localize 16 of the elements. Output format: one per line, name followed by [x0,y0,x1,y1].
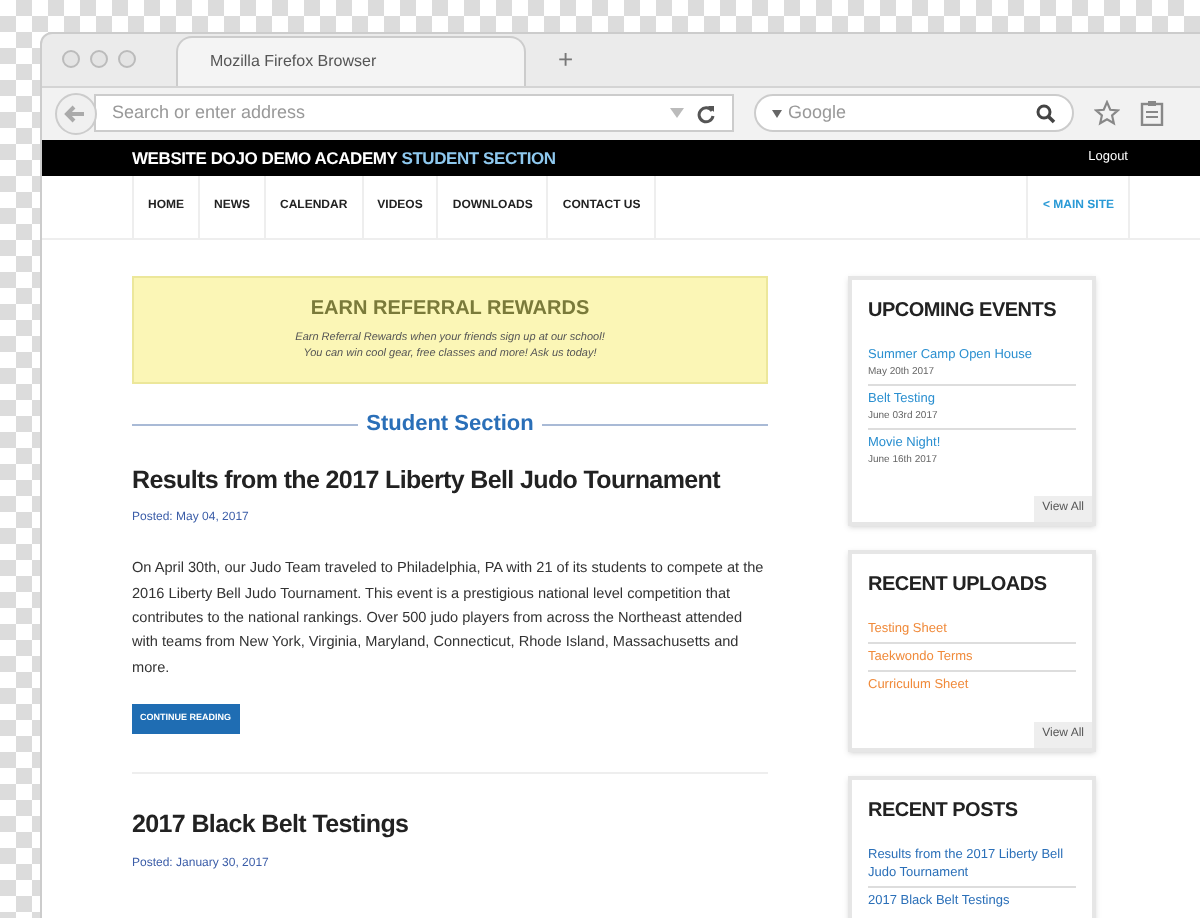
site-brand[interactable]: WEBSITE DOJO DEMO ACADEMY STUDENT SECTION [132,145,556,171]
post-title[interactable]: 2017 Black Belt Testings [132,806,768,845]
back-button-icon[interactable] [54,91,98,136]
new-tab-button[interactable]: + [558,46,574,73]
clipboard-icon[interactable] [1140,100,1164,127]
dropdown-icon[interactable] [772,109,782,118]
section-heading: Student Section [366,410,534,440]
banner-title: EARN REFERRAL REWARDS [310,296,590,324]
post-title[interactable]: Results from the 2017 Liberty Bell Judo Tournament [132,461,768,499]
search-icon[interactable] [1036,103,1056,124]
widget-title: RECENT POSTS [868,798,1020,826]
star-icon[interactable] [1094,100,1120,127]
browser-tab[interactable]: Mozilla Firefox Browser [176,35,526,86]
reload-icon[interactable] [696,103,716,124]
widget-title: RECENT UPLOADS [868,572,1049,600]
widget-title: UPCOMING EVENTS [868,298,1059,326]
